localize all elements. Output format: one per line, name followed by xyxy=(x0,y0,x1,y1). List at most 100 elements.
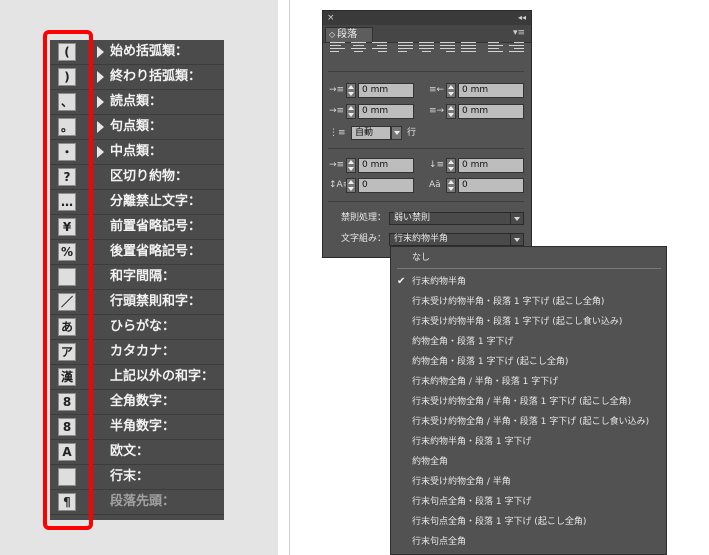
space-before-input[interactable]: 0 mm xyxy=(358,158,414,173)
panel-menu-icon[interactable]: ▾≡ xyxy=(513,28,525,38)
dropcap-lines-field: ↕A≡ 0 xyxy=(329,178,419,193)
first-line-indent-icon: →≡ xyxy=(329,106,345,116)
mojikumi-option[interactable]: 行末受け約物半角・段落 1 字下げ (起こし全角) xyxy=(391,292,666,312)
category-label: 全角数字： xyxy=(110,394,176,409)
disclosure-triangle-icon[interactable] xyxy=(97,146,104,158)
mojikumi-option[interactable]: 行末受け約物全角 / 半角・段落 1 字下げ (起こし全角) xyxy=(391,392,666,412)
mojikumi-option-label: 行末句点全角 xyxy=(412,537,467,547)
close-icon[interactable]: × xyxy=(327,12,335,24)
mojikumi-option[interactable]: 行末受け約物全角 / 半角・段落 1 字下げ (起こし食い込み) xyxy=(391,412,666,432)
mojikumi-option[interactable]: ✔ 行末約物半角 xyxy=(391,272,666,292)
mojikumi-option[interactable]: 約物全角 xyxy=(391,452,666,472)
right-indent-icon: ≡← xyxy=(429,85,445,95)
mojikumi-option-label: 行末句点全角・段落 1 字下げ (起こし全角) xyxy=(412,517,587,527)
last-line-indent-stepper[interactable] xyxy=(446,104,456,119)
left-indent-input[interactable]: 0 mm xyxy=(358,83,414,98)
panel-divider xyxy=(328,201,524,202)
mojikumi-option-label: 行末句点全角・段落 1 字下げ xyxy=(412,497,532,507)
first-line-indent-stepper[interactable] xyxy=(346,104,356,119)
mojikumi-option-label: 行末約物半角 xyxy=(412,277,467,287)
justify-last-left-button[interactable] xyxy=(398,40,413,52)
autoleading-caret-icon[interactable] xyxy=(391,126,402,140)
chevron-down-icon xyxy=(510,213,523,224)
kinsoku-select[interactable]: 弱い禁則 xyxy=(389,212,524,225)
mojikumi-label: 文字組み： xyxy=(341,234,387,244)
mojikumi-dropdown-list: なし ✔ 行末約物半角行末受け約物半角・段落 1 字下げ (起こし全角) 行末受け約物… xyxy=(390,246,667,555)
leading-grid-icon: ⋮≡ xyxy=(329,128,346,138)
category-label: 上記以外の和字： xyxy=(110,369,215,384)
category-label: 区切り約物： xyxy=(110,169,189,184)
mojikumi-option[interactable]: 約物全角・段落 1 字下げ (起こし全角) xyxy=(391,352,666,372)
align-right-button[interactable] xyxy=(372,40,387,52)
right-indent-input[interactable]: 0 mm xyxy=(458,83,524,98)
disclosure-triangle-icon[interactable] xyxy=(97,121,104,133)
mojikumi-option-label: 約物全角 xyxy=(412,457,449,467)
autoleading-select[interactable]: 自動 xyxy=(351,126,391,140)
panel-divider xyxy=(328,71,524,72)
align-towards-spine-button[interactable] xyxy=(488,40,503,52)
category-label: 始め括弧類： xyxy=(110,44,189,59)
space-after-stepper[interactable] xyxy=(446,158,456,173)
dropcap-chars-icon: Aā xyxy=(429,180,441,190)
mojikumi-option-label: 行末受け約物全角 / 半角・段落 1 字下げ (起こし食い込み) xyxy=(412,417,650,427)
disclosure-triangle-icon[interactable] xyxy=(97,96,104,108)
right-indent-stepper[interactable] xyxy=(446,83,456,98)
category-label: 句点類： xyxy=(110,119,163,134)
mojikumi-option[interactable]: 行末句点全角・段落 1 字下げ xyxy=(391,492,666,512)
left-indent-stepper[interactable] xyxy=(346,83,356,98)
align-away-spine-button[interactable] xyxy=(509,40,524,52)
mojikumi-option-label: 行末受け約物全角 / 半角・段落 1 字下げ (起こし全角) xyxy=(412,397,632,407)
mojikumi-option[interactable]: 行末句点全角 xyxy=(391,532,666,552)
align-center-button[interactable] xyxy=(351,40,366,52)
dropcap-chars-field: Aā 0 xyxy=(429,178,525,193)
right-indent-field: ≡← 0 mm xyxy=(429,83,525,98)
justify-all-button[interactable] xyxy=(461,40,476,52)
category-label: 読点類： xyxy=(110,94,163,109)
checkmark-icon: ✔ xyxy=(397,276,406,287)
mojikumi-option[interactable]: 行末約物全角 / 半角・段落 1 字下げ xyxy=(391,372,666,392)
dropdown-separator xyxy=(397,268,661,269)
mojikumi-option[interactable]: 約物全角・段落 1 字下げ xyxy=(391,332,666,352)
leading-unit-label: 行 xyxy=(407,128,417,138)
disclosure-triangle-icon[interactable] xyxy=(97,46,104,58)
dropcap-chars-stepper[interactable] xyxy=(446,178,456,193)
category-label: ひらがな： xyxy=(110,319,176,334)
justify-last-right-button[interactable] xyxy=(440,40,455,52)
dropcap-lines-stepper[interactable] xyxy=(346,178,356,193)
mojikumi-option[interactable]: 行末約物半角・段落 1 字下げ xyxy=(391,432,666,452)
align-left-button[interactable] xyxy=(330,40,345,52)
disclosure-triangle-icon[interactable] xyxy=(97,71,104,83)
dropcap-lines-input[interactable]: 0 xyxy=(358,178,414,193)
last-line-indent-input[interactable]: 0 mm xyxy=(458,104,524,119)
mojikumi-option[interactable]: 行末受け約物全角 / 半角 xyxy=(391,472,666,492)
category-label: カタカナ： xyxy=(110,344,176,359)
mojikumi-value: 行末約物半角 xyxy=(394,234,449,244)
space-before-stepper[interactable] xyxy=(346,158,356,173)
category-label: 欧文： xyxy=(110,444,150,459)
mojikumi-option-label: 行末約物全角 / 半角・段落 1 字下げ xyxy=(412,377,559,387)
space-after-input[interactable]: 0 mm xyxy=(458,158,524,173)
tab-toggle-icon: ◇ xyxy=(329,30,336,39)
mojikumi-option-label: 行末受け約物半角・段落 1 字下げ (起こし全角) xyxy=(412,297,605,307)
mojikumi-option[interactable]: なし xyxy=(391,248,666,268)
justify-last-center-button[interactable] xyxy=(419,40,434,52)
category-label: 半角数字： xyxy=(110,419,176,434)
left-indent-field: →≡ 0 mm xyxy=(329,83,419,98)
category-label: 前置省略記号： xyxy=(110,219,202,234)
first-line-indent-input[interactable]: 0 mm xyxy=(358,104,414,119)
mojikumi-option[interactable]: 行末受け約物半角・段落 1 字下げ (起こし食い込み) xyxy=(391,312,666,332)
category-label: 中点類： xyxy=(110,144,163,159)
mojikumi-option-label: 行末受け約物半角・段落 1 字下げ (起こし食い込み) xyxy=(412,317,623,327)
mojikumi-select[interactable]: 行末約物半角 xyxy=(389,233,524,246)
mojikumi-option[interactable]: 行末句点全角・段落 1 字下げ (起こし全角) xyxy=(391,512,666,532)
mojikumi-option-label: なし xyxy=(412,253,431,263)
panel-titlebar: × ◂◂ xyxy=(323,11,531,25)
kinsoku-label: 禁則処理： xyxy=(341,213,387,223)
icon-column-highlight xyxy=(43,30,93,530)
category-label: 行末： xyxy=(110,469,150,484)
collapse-icon[interactable]: ◂◂ xyxy=(518,12,526,24)
space-after-field: ↓≡ 0 mm xyxy=(429,158,525,173)
dropcap-chars-input[interactable]: 0 xyxy=(458,178,524,193)
mojikumi-option-label: 約物全角・段落 1 字下げ xyxy=(412,337,514,347)
left-indent-icon: →≡ xyxy=(329,85,345,95)
